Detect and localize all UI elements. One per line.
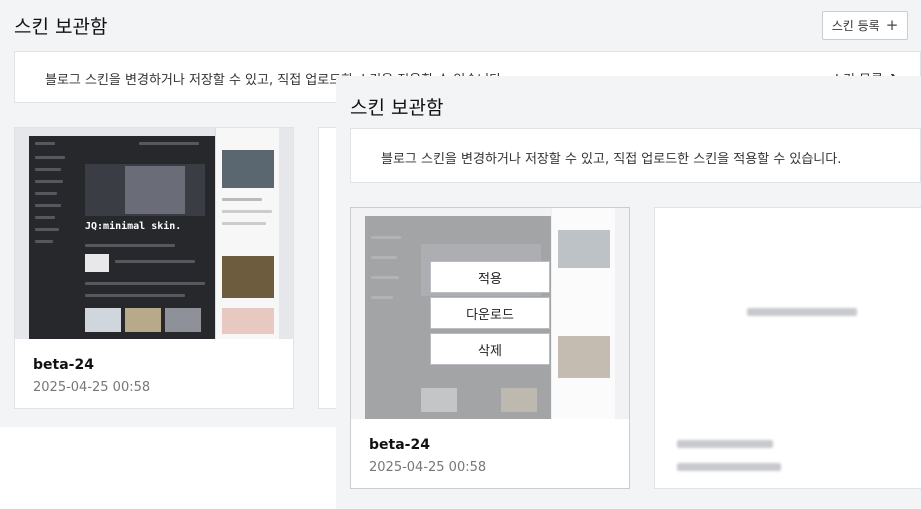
skin-name: beta-24 — [33, 357, 94, 373]
skin-card-hovered[interactable]: 적용 다운로드 삭제 beta-24 2025-04-25 00:58 — [350, 207, 630, 489]
blurred-date — [677, 463, 781, 471]
info-banner: 블로그 스킨을 변경하거나 저장할 수 있고, 직접 업로드한 스킨을 적용할 … — [350, 128, 921, 183]
skin-thumbnail: 적용 다운로드 삭제 — [351, 208, 629, 419]
delete-button[interactable]: 삭제 — [430, 333, 550, 365]
register-skin-label: 스킨 등록 — [831, 19, 880, 33]
thumbnail-preview-side — [215, 128, 279, 339]
skin-storage-screen: 스킨 보관함 스킨 등록 + 블로그 스킨을 변경하거나 저장할 수 있고, 직… — [0, 0, 921, 509]
download-button[interactable]: 다운로드 — [430, 297, 550, 329]
skin-card[interactable]: JQ:minimal skin. beta-24 2025-04-25 00:5… — [14, 127, 294, 409]
page-title: 스킨 보관함 — [14, 16, 108, 38]
skin-thumbnail: JQ:minimal skin. — [15, 128, 293, 339]
thumbnail-hero-text: JQ:minimal skin. — [85, 221, 182, 232]
register-skin-button[interactable]: 스킨 등록 + — [822, 11, 908, 40]
page-title: 스킨 보관함 — [350, 97, 444, 119]
skin-date: 2025-04-25 00:58 — [369, 460, 487, 475]
skin-date: 2025-04-25 00:58 — [33, 380, 151, 395]
skin-name: beta-24 — [369, 437, 430, 453]
skin-card[interactable] — [654, 207, 921, 489]
thumbnail-preview-main: JQ:minimal skin. — [29, 136, 215, 339]
apply-button[interactable]: 적용 — [430, 261, 550, 293]
blurred-thumbnail — [747, 308, 857, 316]
plus-icon: + — [885, 16, 899, 34]
front-panel: 스킨 보관함 블로그 스킨을 변경하거나 저장할 수 있고, 직접 업로드한 스… — [336, 76, 921, 509]
blurred-name — [677, 440, 773, 448]
banner-text: 블로그 스킨을 변경하거나 저장할 수 있고, 직접 업로드한 스킨을 적용할 … — [381, 152, 842, 167]
